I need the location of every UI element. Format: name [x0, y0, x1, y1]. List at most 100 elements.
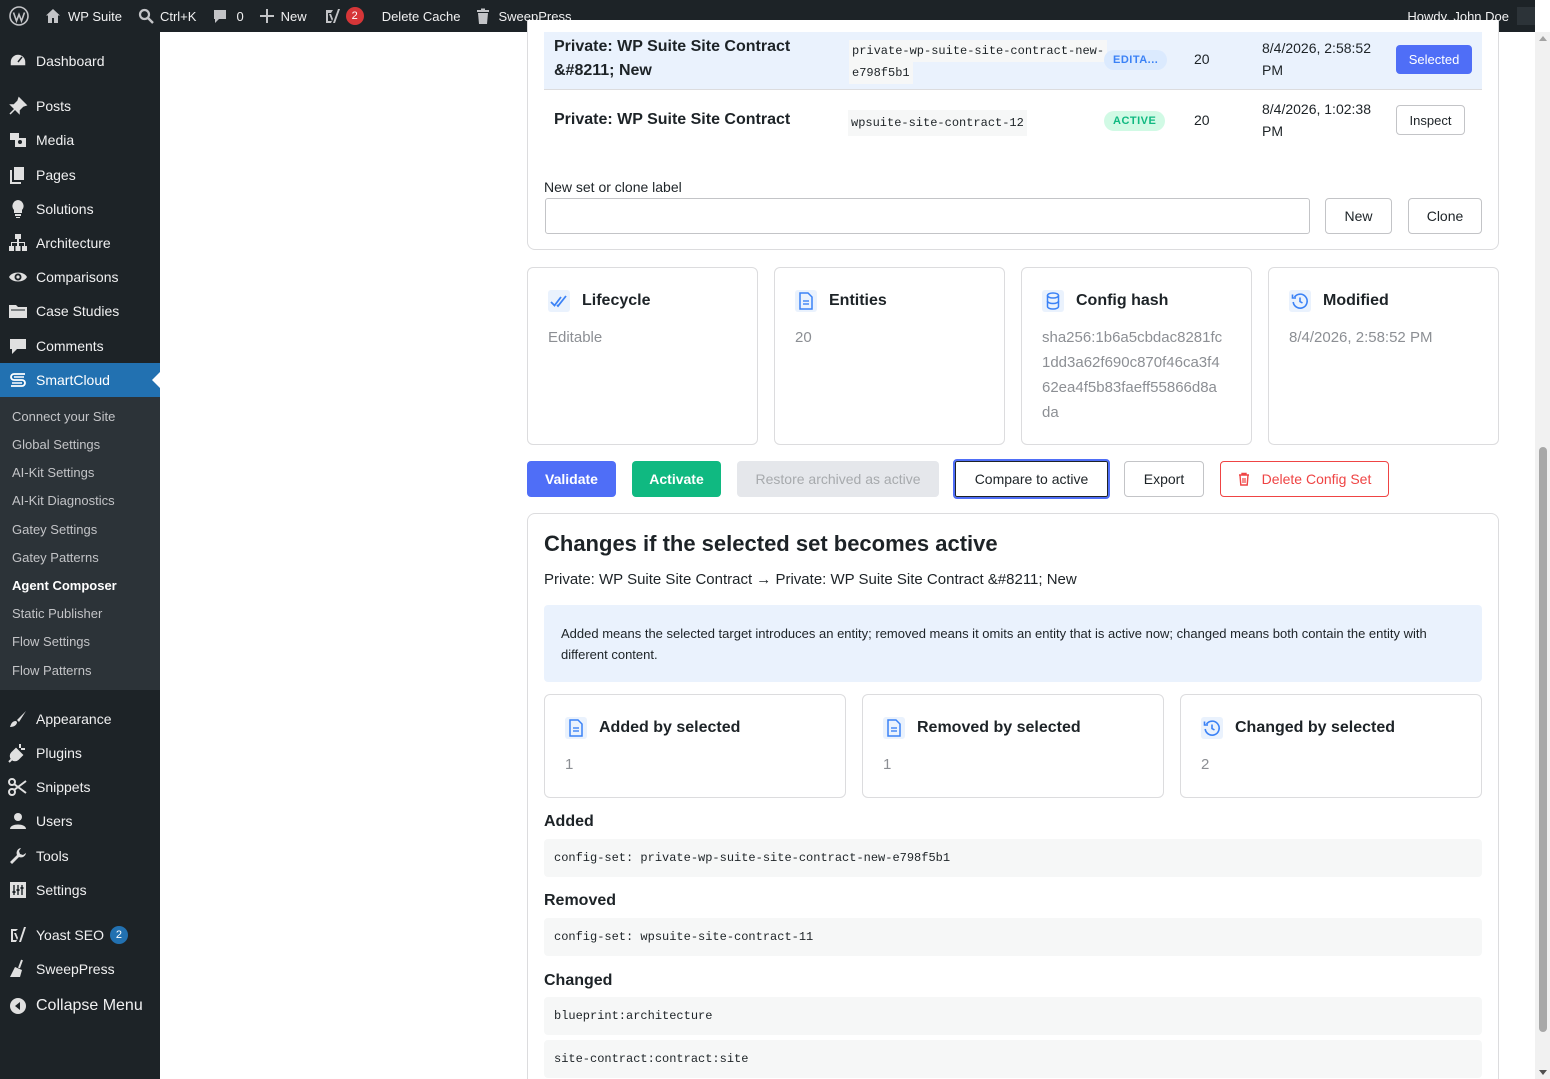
page-scrollbar[interactable]: [1535, 32, 1550, 1079]
new-content-link[interactable]: New: [252, 0, 315, 32]
config-set-title: Private: WP Suite Site Contract: [554, 111, 791, 128]
submenu-item-connect-your-site[interactable]: Connect your Site: [12, 409, 115, 424]
document-icon: [795, 290, 817, 312]
new-button[interactable]: New: [1325, 198, 1392, 234]
sidebar-item-dashboard[interactable]: Dashboard: [0, 44, 160, 78]
card-title: Config hash: [1076, 292, 1169, 309]
submenu-item-agent-composer[interactable]: Agent Composer: [12, 578, 117, 593]
scroll-thumb[interactable]: [1539, 447, 1547, 1032]
export-button[interactable]: Export: [1124, 461, 1204, 497]
sidebar-item-label: Appearance: [36, 711, 112, 727]
changes-heading: Changes if the selected set becomes acti…: [544, 531, 998, 556]
config-hash-card: Config hash sha256:1b6a5cbdac8281fc 1dd3…: [1021, 267, 1252, 445]
sidebar-item-label: Comments: [36, 338, 104, 354]
yoast-link[interactable]: 2: [315, 0, 372, 32]
sidebar-item-architecture[interactable]: Architecture: [0, 226, 160, 260]
comment-icon: [214, 10, 227, 23]
sidebar-item-label: Users: [36, 813, 73, 829]
status-badge: ACTIVE: [1104, 111, 1166, 131]
submenu-item-global-settings[interactable]: Global Settings: [12, 437, 100, 452]
site-name: WP Suite: [68, 8, 122, 24]
sidebar-item-smartcloud[interactable]: SmartCloud: [0, 363, 160, 397]
config-set-slug: wpsuite-site-contract-12: [848, 110, 1027, 136]
yoast-count-badge: 2: [109, 926, 128, 944]
card-title: Lifecycle: [582, 292, 651, 309]
eye-icon: [0, 267, 36, 287]
sidebar-item-settings[interactable]: Settings: [0, 873, 160, 907]
double-check-icon: [548, 290, 570, 312]
sidebar-item-solutions[interactable]: Solutions: [0, 192, 160, 226]
sidebar-item-label: Case Studies: [36, 303, 120, 319]
sidebar-item-appearance[interactable]: Appearance: [0, 702, 160, 736]
comment-icon: [0, 336, 36, 356]
sidebar-item-label: Posts: [36, 98, 72, 114]
card-value: sha256:1b6a5cbdac8281fc 1dd3a62f690c870f…: [1042, 329, 1223, 421]
scroll-up-arrow[interactable]: [1539, 36, 1547, 41]
sidebar-item-snippets[interactable]: Snippets: [0, 770, 160, 804]
database-icon: [1042, 290, 1064, 312]
pin-icon: [0, 96, 36, 116]
submenu-item-ai-kit-diagnostics[interactable]: AI-Kit Diagnostics: [12, 493, 115, 508]
card-value: 1: [883, 756, 892, 773]
comments-link[interactable]: 0: [204, 0, 251, 32]
sidebar-item-tools[interactable]: Tools: [0, 839, 160, 873]
status-badge: EDITA...: [1104, 50, 1168, 70]
activate-button[interactable]: Activate: [632, 461, 721, 497]
removed-section-label: Removed: [544, 892, 617, 909]
added-section-label: Added: [544, 813, 594, 830]
sidebar-item-label: Solutions: [36, 201, 94, 217]
sidebar-item-posts[interactable]: Posts: [0, 89, 160, 123]
submenu-item-flow-settings[interactable]: Flow Settings: [12, 634, 90, 649]
sidebar-item-yoast-seo[interactable]: Yoast SEO 2: [0, 918, 160, 952]
submenu-item-ai-kit-settings[interactable]: AI-Kit Settings: [12, 465, 94, 480]
sidebar-item-label: Architecture: [36, 235, 111, 251]
modified-card: Modified 8/4/2026, 2:58:52 PM: [1268, 267, 1499, 445]
sidebar-item-media[interactable]: Media: [0, 123, 160, 157]
plus-icon: [259, 9, 274, 23]
sidebar-item-pages[interactable]: Pages: [0, 158, 160, 192]
inspect-button[interactable]: Inspect: [1396, 105, 1465, 135]
restore-archived-button[interactable]: Restore archived as active: [737, 461, 939, 497]
sidebar-item-label: Snippets: [36, 779, 91, 795]
changed-entity-row: site-contract:contract:site: [544, 1040, 1482, 1078]
submenu-item-flow-patterns[interactable]: Flow Patterns: [12, 663, 91, 678]
sidebar-item-case-studies[interactable]: Case Studies: [0, 294, 160, 328]
changed-summary-card: Changed by selected 2: [1180, 694, 1482, 798]
compare-to-active-button[interactable]: Compare to active: [953, 459, 1110, 499]
sidebar-item-comments[interactable]: Comments: [0, 329, 160, 363]
entity-count: 20: [1194, 51, 1210, 67]
scroll-down-arrow[interactable]: [1539, 1070, 1547, 1075]
sidebar-item-label: Comparisons: [36, 269, 119, 285]
sidebar-item-users[interactable]: Users: [0, 804, 160, 838]
wordpress-logo-icon[interactable]: [0, 0, 37, 32]
trash-icon: [1238, 472, 1249, 486]
config-set-slug: private-wp-suite-site-contract-new- e798…: [846, 38, 1110, 86]
submenu-item-gatey-settings[interactable]: Gatey Settings: [12, 522, 97, 537]
sidebar-item-label: Settings: [36, 882, 87, 898]
validate-button[interactable]: Validate: [527, 461, 616, 497]
delete-config-set-button[interactable]: Delete Config Set: [1220, 461, 1389, 497]
search-shortcut[interactable]: Ctrl+K: [130, 0, 204, 32]
smartcloud-icon: [0, 370, 36, 390]
new-label-caption: New set or clone label: [544, 179, 682, 195]
user-icon: [0, 811, 36, 831]
sidebar-item-comparisons[interactable]: Comparisons: [0, 260, 160, 294]
pages-icon: [0, 165, 36, 185]
sidebar-item-collapse-menu[interactable]: Collapse Menu: [0, 989, 160, 1023]
sidebar-item-label: Yoast SEO: [36, 927, 104, 943]
new-label-input[interactable]: [545, 198, 1310, 234]
folder-icon: [0, 301, 36, 321]
sidebar-item-sweeppress[interactable]: SweepPress: [0, 952, 160, 986]
clone-button[interactable]: Clone: [1408, 198, 1482, 234]
delete-cache-link[interactable]: Delete Cache: [372, 0, 469, 32]
submenu-item-gatey-patterns[interactable]: Gatey Patterns: [12, 550, 99, 565]
sidebar-item-label: Tools: [36, 848, 69, 864]
yoast-count-badge: 2: [345, 7, 364, 25]
card-value: 20: [795, 329, 812, 346]
submenu-item-static-publisher[interactable]: Static Publisher: [12, 606, 102, 621]
site-name-link[interactable]: WP Suite: [37, 0, 130, 32]
sidebar-item-plugins[interactable]: Plugins: [0, 736, 160, 770]
lightbulb-icon: [0, 199, 36, 219]
sidebar-item-label: Dashboard: [36, 53, 105, 69]
selected-button[interactable]: Selected: [1396, 45, 1472, 74]
